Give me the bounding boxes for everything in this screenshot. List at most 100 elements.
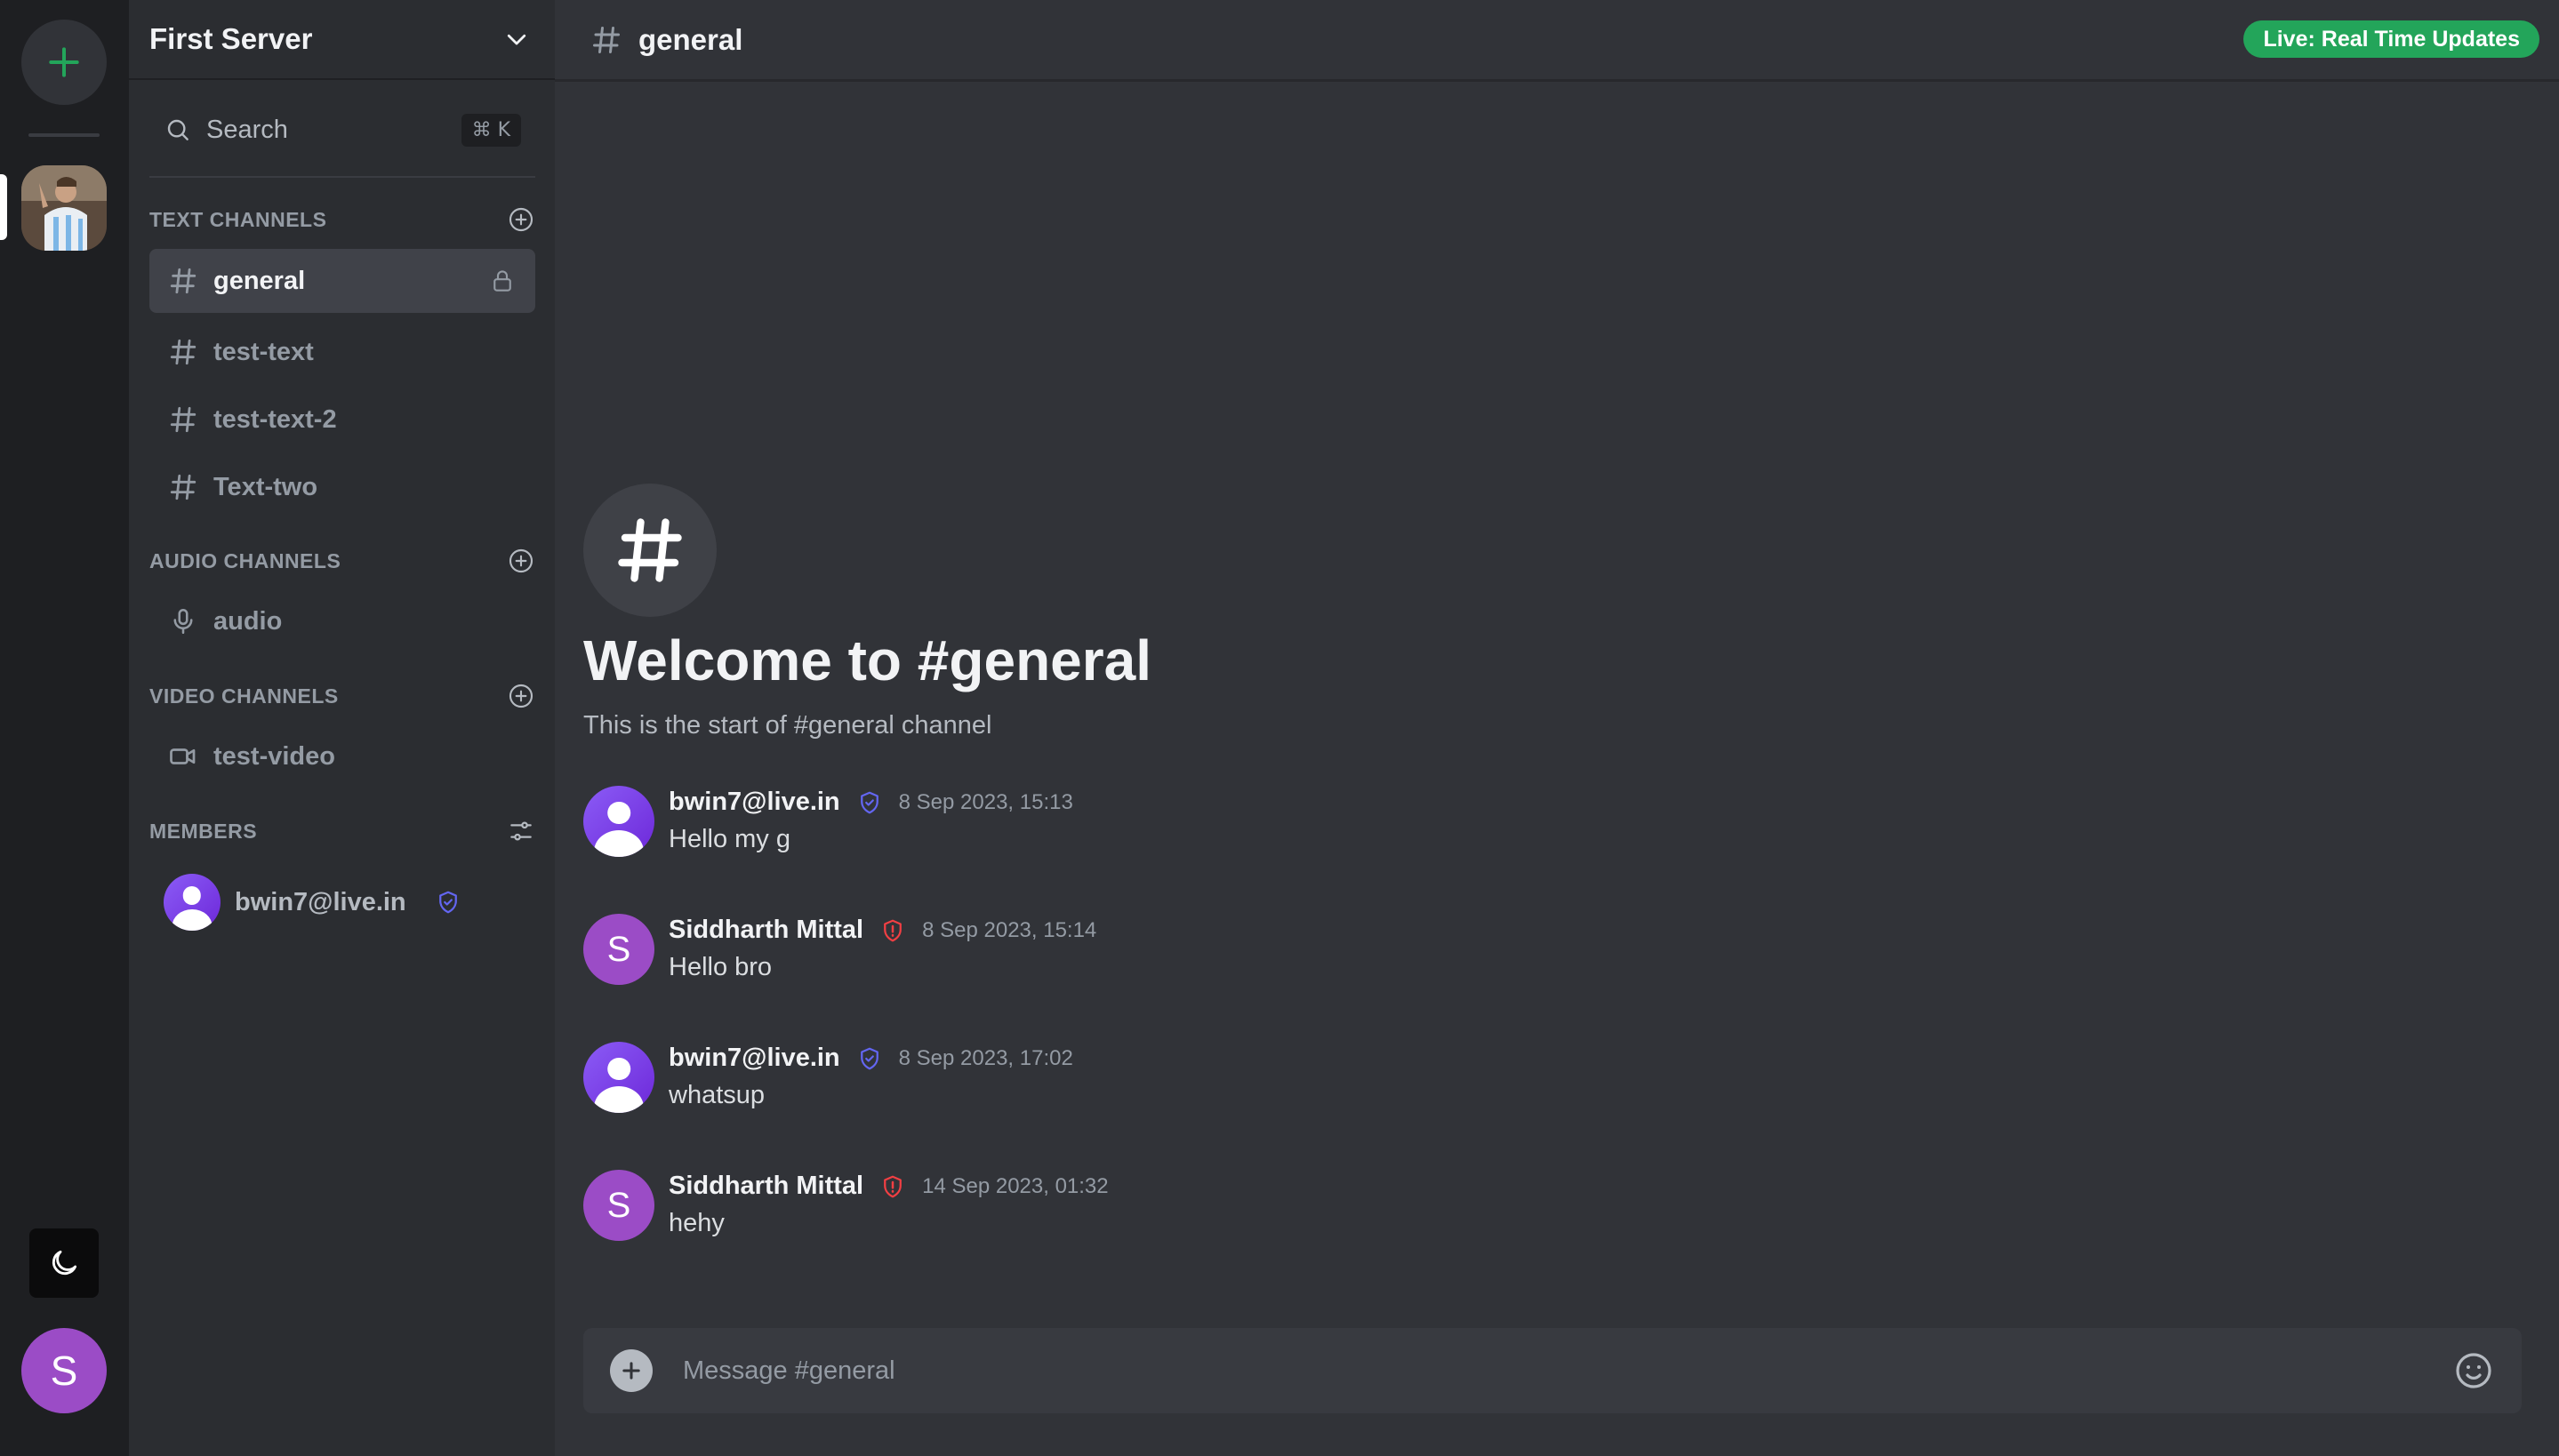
channel-label: Text-two: [213, 472, 318, 501]
lock-icon: [493, 270, 511, 292]
admin-shield-alert-icon: [879, 917, 906, 944]
message-avatar[interactable]: S: [583, 914, 654, 985]
text-channels-title: TEXT CHANNELS: [149, 207, 327, 231]
user-avatar-button[interactable]: S: [21, 1328, 107, 1413]
search-icon: [167, 119, 189, 140]
channel-label: test-text: [213, 337, 314, 366]
channel-label: general: [213, 266, 306, 295]
manage-members-icon[interactable]: [507, 817, 535, 845]
message-timestamp: 8 Sep 2023, 17:02: [898, 1045, 1073, 1070]
message-timestamp: 8 Sep 2023, 15:13: [898, 789, 1073, 814]
sidebar-separator: [149, 176, 535, 178]
app-root: S First Server Search ⌘ K TEXT CHANNELS: [0, 0, 2559, 1456]
channel-label: audio: [213, 606, 283, 636]
message-author[interactable]: Siddharth Mittal: [669, 1172, 863, 1201]
members-header: MEMBERS: [149, 816, 535, 846]
channel-audio[interactable]: audio: [149, 589, 535, 653]
server-icon-first-server[interactable]: [21, 165, 107, 251]
message-avatar[interactable]: [583, 1042, 654, 1113]
add-server-button[interactable]: [21, 20, 107, 105]
search-label: Search: [206, 115, 288, 144]
user-initial: S: [50, 1348, 78, 1394]
message-author[interactable]: bwin7@live.in: [669, 1044, 840, 1073]
add-text-channel-icon[interactable]: [507, 205, 535, 234]
video-camera-icon: [167, 740, 199, 772]
channel-test-video[interactable]: test-video: [149, 724, 535, 788]
message-text: hehy: [669, 1209, 725, 1237]
server-name: First Server: [149, 22, 313, 55]
message-author[interactable]: Siddharth Mittal: [669, 916, 863, 945]
message-item: bwin7@live.in 8 Sep 2023, 17:02 whatsup: [583, 1042, 2522, 1131]
search-shortcut: ⌘ K: [461, 113, 521, 147]
message-avatar[interactable]: S: [583, 1170, 654, 1241]
message-timestamp: 8 Sep 2023, 15:14: [922, 917, 1097, 942]
hash-icon: [167, 471, 199, 503]
channel-label: test-text-2: [213, 404, 337, 434]
avatar-initial: S: [606, 1185, 631, 1225]
message-input[interactable]: [683, 1356, 2452, 1386]
server-rail: S: [0, 0, 129, 1456]
hash-icon: [167, 404, 199, 436]
message-meta: bwin7@live.in 8 Sep 2023, 17:02: [669, 1044, 1073, 1073]
text-channels-header: TEXT CHANNELS: [149, 204, 535, 235]
message-item: S Siddharth Mittal 14 Sep 2023, 01:32 he…: [583, 1170, 2522, 1259]
message-composer: [583, 1328, 2522, 1413]
member-avatar: [164, 874, 221, 931]
plus-icon: [622, 1362, 640, 1380]
member-name: bwin7@live.in: [235, 887, 406, 916]
smiley-icon: [2456, 1353, 2491, 1388]
live-status-badge: Live: Real Time Updates: [2243, 20, 2539, 58]
channel-sidebar: First Server Search ⌘ K TEXT CHANNELS ge…: [129, 0, 555, 1456]
member-item[interactable]: bwin7@live.in: [164, 871, 535, 933]
channel-test-text-2[interactable]: test-text-2: [149, 388, 535, 452]
rail-divider: [28, 133, 100, 137]
message-item: S Siddharth Mittal 8 Sep 2023, 15:14 Hel…: [583, 914, 2522, 1003]
message-timestamp: 14 Sep 2023, 01:32: [922, 1173, 1109, 1198]
audio-channels-title: AUDIO CHANNELS: [149, 548, 341, 572]
microphone-icon: [167, 605, 199, 637]
welcome-hash-icon: [583, 484, 717, 617]
message-text: whatsup: [669, 1081, 766, 1109]
moderator-shield-icon: [856, 789, 883, 816]
message-text: Hello bro: [669, 953, 773, 981]
message-item: bwin7@live.in 8 Sep 2023, 15:13 Hello my…: [583, 786, 2522, 875]
plus-icon: [49, 47, 79, 77]
message-meta: Siddharth Mittal 14 Sep 2023, 01:32: [669, 1172, 1109, 1201]
video-channels-title: VIDEO CHANNELS: [149, 684, 339, 708]
search-button[interactable]: Search ⌘ K: [149, 105, 535, 155]
server-header[interactable]: First Server: [129, 0, 555, 80]
members-title: MEMBERS: [149, 819, 258, 843]
theme-toggle-button[interactable]: [29, 1228, 99, 1298]
welcome-title: Welcome to #general: [583, 628, 1152, 692]
hash-icon: [167, 336, 199, 368]
message-text: Hello my g: [669, 825, 790, 853]
emoji-button[interactable]: [2452, 1349, 2495, 1392]
hash-icon: [593, 26, 620, 53]
avatar-initial: S: [606, 929, 631, 969]
message-meta: Siddharth Mittal 8 Sep 2023, 15:14: [669, 916, 1096, 945]
server-photo: [21, 165, 107, 251]
chevron-down-icon: [507, 34, 526, 45]
audio-channels-header: AUDIO CHANNELS: [149, 546, 535, 576]
shield-check-icon: [438, 891, 457, 914]
attach-button[interactable]: [610, 1349, 653, 1392]
active-server-indicator: [0, 174, 7, 240]
message-meta: bwin7@live.in 8 Sep 2023, 15:13: [669, 788, 1073, 817]
channel-title: general: [638, 22, 743, 56]
moon-icon: [52, 1250, 77, 1276]
chat-area: general Live: Real Time Updates Welcome …: [555, 0, 2559, 1456]
add-video-channel-icon[interactable]: [507, 682, 535, 710]
hash-icon: [167, 265, 199, 297]
channel-general[interactable]: general: [149, 249, 535, 313]
add-audio-channel-icon[interactable]: [507, 547, 535, 575]
message-author[interactable]: bwin7@live.in: [669, 788, 840, 817]
channel-test-text[interactable]: test-text: [149, 320, 535, 384]
channel-text-two[interactable]: Text-two: [149, 455, 535, 519]
video-channels-header: VIDEO CHANNELS: [149, 681, 535, 711]
welcome-subtitle: This is the start of #general channel: [583, 711, 992, 740]
message-avatar[interactable]: [583, 786, 654, 857]
chat-header: general Live: Real Time Updates: [555, 0, 2559, 82]
moderator-shield-icon: [856, 1045, 883, 1072]
channel-label: test-video: [213, 741, 335, 771]
admin-shield-alert-icon: [879, 1173, 906, 1200]
